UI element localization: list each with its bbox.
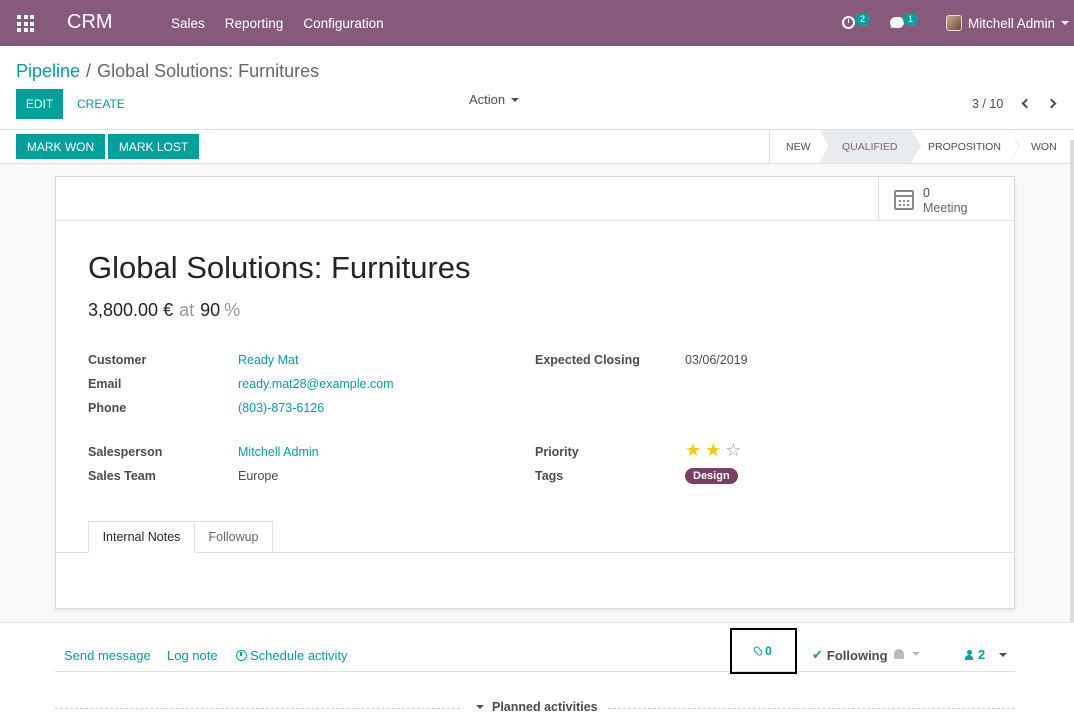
planned-activities-label: Planned activities — [492, 700, 598, 714]
expected-closing-label: Expected Closing — [535, 353, 640, 367]
pager-value[interactable]: 3 / 10 — [972, 97, 1003, 111]
percent-sign: % — [224, 300, 241, 320]
user-icon — [965, 649, 973, 660]
customer-label: Customer — [88, 353, 147, 367]
action-label: Action — [469, 92, 506, 107]
pager-next-button[interactable] — [1046, 97, 1058, 111]
send-message-button[interactable]: Send message — [64, 648, 151, 663]
stage-label: NEW — [786, 140, 811, 153]
bell-icon — [894, 649, 904, 659]
action-dropdown[interactable]: Action — [469, 92, 520, 107]
phone-label: Phone — [88, 401, 127, 415]
stage-qualified[interactable]: QUALIFIED — [820, 130, 921, 163]
tab-followup[interactable]: Followup — [195, 521, 273, 553]
meeting-smart-button[interactable]: 0 Meeting — [878, 177, 1015, 221]
followers-dropdown[interactable]: 2 — [965, 647, 1008, 662]
breadcrumb-current: Global Solutions: Furnitures — [97, 61, 320, 81]
notification-settings-dropdown[interactable] — [894, 648, 922, 662]
following-label: Following — [826, 647, 888, 663]
chevron-left-icon — [1021, 98, 1032, 109]
apps-menu-icon[interactable] — [17, 15, 34, 32]
user-menu[interactable]: Mitchell Admin — [946, 15, 1070, 31]
star-empty-icon[interactable]: ☆ — [725, 441, 741, 459]
paperclip-icon — [752, 645, 764, 657]
attachment-count: 0 — [765, 644, 772, 658]
mark-lost-button[interactable]: MARK LOST — [108, 134, 199, 159]
message-count-badge: 1 — [903, 13, 919, 26]
app-brand[interactable]: CRM — [67, 11, 113, 34]
mark-won-button[interactable]: MARK WON — [16, 134, 105, 159]
followers-count: 2 — [978, 647, 986, 662]
star-filled-icon[interactable]: ★ — [685, 441, 701, 459]
schedule-activity-label: Schedule activity — [250, 648, 348, 663]
caret-down-icon — [1061, 21, 1070, 25]
button-box: 0 Meeting — [56, 177, 1014, 221]
email-label: Email — [88, 377, 122, 391]
following-button[interactable]: ✔ Following — [812, 647, 888, 663]
activity-count-badge: 2 — [855, 13, 871, 26]
caret-down-icon — [476, 705, 484, 709]
stage-new[interactable]: NEW — [770, 130, 830, 163]
main-menu: Sales Reporting Configuration — [171, 16, 384, 31]
tags-label: Tags — [535, 469, 564, 483]
revenue-line: 3,800.00 € at 90% — [88, 300, 240, 321]
breadcrumb: Pipeline / Global Solutions: Furnitures — [16, 61, 319, 82]
phone-link[interactable]: (803)-873-6126 — [238, 401, 324, 415]
expected-closing-value: 03/06/2019 — [685, 353, 748, 367]
clock-icon — [236, 650, 247, 661]
messaging-menu[interactable]: 1 — [890, 13, 920, 32]
probability: 90 — [200, 300, 221, 320]
menu-item-configuration[interactable]: Configuration — [303, 16, 383, 31]
log-note-button[interactable]: Log note — [167, 648, 218, 663]
salesperson-link[interactable]: Mitchell Admin — [238, 445, 319, 459]
planned-activities-toggle[interactable]: Planned activities — [476, 700, 598, 714]
priority-label: Priority — [535, 445, 579, 459]
chevron-right-icon — [1046, 98, 1057, 109]
sales-team-label: Sales Team — [88, 469, 156, 483]
caret-down-icon — [912, 652, 920, 656]
create-button[interactable]: CREATE — [77, 97, 125, 111]
at-label: at — [179, 300, 195, 320]
avatar — [946, 15, 962, 31]
caret-down-icon — [999, 652, 1008, 657]
stage-pipeline: NEW QUALIFIED PROPOSITION WON — [769, 130, 1074, 163]
meeting-label: Meeting — [923, 201, 968, 215]
top-navbar: CRM Sales Reporting Configuration 2 1 Mi… — [0, 0, 1074, 46]
stage-label: QUALIFIED — [842, 140, 898, 153]
planned-activities-divider: Planned activities — [55, 700, 1015, 719]
sales-team-value: Europe — [238, 469, 279, 483]
calendar-icon — [894, 190, 914, 210]
stage-label: PROPOSITION — [928, 140, 1001, 153]
menu-item-sales[interactable]: Sales — [171, 16, 205, 31]
stage-label: WON — [1031, 140, 1057, 153]
activity-menu[interactable]: 2 — [842, 13, 872, 32]
schedule-activity-button[interactable]: Schedule activity — [236, 648, 348, 663]
menu-item-reporting[interactable]: Reporting — [225, 16, 284, 31]
check-icon: ✔ — [812, 647, 823, 662]
customer-link[interactable]: Ready Mat — [238, 353, 298, 367]
salesperson-label: Salesperson — [88, 445, 163, 459]
email-link[interactable]: ready.mat28@example.com — [238, 377, 394, 391]
breadcrumb-pipeline[interactable]: Pipeline — [16, 61, 80, 81]
opportunity-title: Global Solutions: Furnitures — [88, 250, 471, 285]
tag-badge[interactable]: Design — [685, 468, 738, 484]
breadcrumb-separator: / — [86, 61, 92, 81]
user-name: Mitchell Admin — [968, 15, 1056, 31]
attachments-button[interactable]: 0 — [730, 628, 797, 674]
caret-down-icon — [511, 97, 520, 102]
edit-button[interactable]: EDIT — [16, 89, 63, 119]
priority-stars: ★ ★ ☆ — [685, 441, 741, 459]
comments-icon — [890, 17, 904, 28]
tab-internal-notes[interactable]: Internal Notes — [88, 521, 195, 553]
notebook-tabs: Internal Notes Followup — [56, 521, 1014, 553]
clock-icon — [842, 16, 855, 29]
divider — [358, 671, 1015, 672]
stage-proposition[interactable]: PROPOSITION — [911, 130, 1020, 163]
form-sheet: 0 Meeting Global Solutions: Furnitures 3… — [55, 176, 1015, 609]
meeting-count: 0 — [923, 186, 930, 200]
pager-previous-button[interactable] — [1020, 97, 1032, 111]
expected-revenue: 3,800.00 € — [88, 300, 174, 320]
star-filled-icon[interactable]: ★ — [705, 441, 721, 459]
